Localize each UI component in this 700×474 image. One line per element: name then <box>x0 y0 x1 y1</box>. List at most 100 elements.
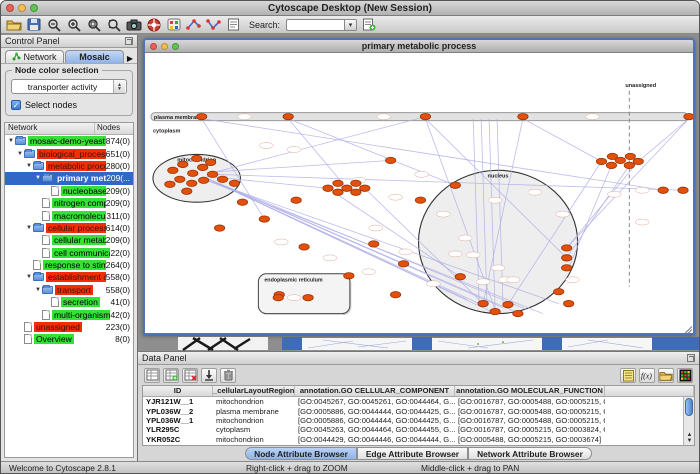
table-cell: [GO:0005488, GO:0005215, GO:0003674] <box>455 435 605 444</box>
tab-network[interactable]: Network <box>5 50 64 63</box>
tree-row[interactable]: macromolecule311(0) <box>5 209 133 221</box>
select-nodes-checkbox[interactable]: ✓ <box>11 100 21 110</box>
table-row[interactable]: YLR295Ccytoplasm[GO:0045263, GO:0044464,… <box>143 425 694 434</box>
formula-icon[interactable]: f(x) <box>639 368 655 383</box>
tree-row[interactable]: ▼metabolic process280(0) <box>5 160 133 172</box>
tree-row-label: primary metabol <box>55 173 106 183</box>
table-cell: [GO:0005886, GO:0044444, GO:0044425, G..… <box>295 416 455 425</box>
tree-row[interactable]: response to stimulu264(0) <box>5 259 133 271</box>
table-cell: YPL036W__1 <box>143 416 213 425</box>
tab-overflow-arrow[interactable]: ▶ <box>125 54 135 63</box>
expand-arrow-icon[interactable]: ▼ <box>25 163 33 169</box>
column-header[interactable]: annotation.GO CELLULAR_COMPONENT <box>295 386 455 396</box>
vizmapper-icon[interactable] <box>165 17 182 32</box>
tree-row[interactable]: ▼establishment of lo558(0) <box>5 271 133 283</box>
column-header[interactable] <box>605 386 694 396</box>
tree-col-network[interactable]: Network <box>5 123 95 134</box>
tree-row-count: 614(0) <box>106 223 133 233</box>
network-view-window[interactable]: primary metabolic process plasma membran… <box>143 38 695 335</box>
tree-row[interactable]: ▼biological_process651(0) <box>5 147 133 159</box>
svg-text:unassigned: unassigned <box>625 83 656 89</box>
tree-row[interactable]: cellular metabol209(0) <box>5 234 133 246</box>
expand-arrow-icon[interactable]: ▼ <box>25 274 33 280</box>
zoom-selected-icon[interactable] <box>85 17 102 32</box>
tab-node-attribute-browser[interactable]: Node Attribute Browser <box>245 447 357 460</box>
layout-icon-2[interactable] <box>205 17 222 32</box>
expand-arrow-icon[interactable]: ▼ <box>16 151 24 157</box>
table-row[interactable]: YKR052Cmitochondrion[GO:0044429, GO:0044… <box>143 435 694 444</box>
tree-row[interactable]: ▼primary metabol209(... <box>5 172 133 184</box>
node-color-dropdown[interactable]: transporter activity ▲▼ <box>11 79 127 94</box>
network-view-titlebar[interactable]: primary metabolic process <box>145 40 693 53</box>
delete-row-icon[interactable] <box>220 368 236 383</box>
heatmap-icon[interactable] <box>677 368 693 383</box>
table-row[interactable]: YDR039C__1mitochondrion[GO:0005886, GO:0… <box>143 444 694 445</box>
table-cell: cytoplasm <box>213 425 295 434</box>
network-canvas[interactable]: plasma membranecytoplasmmitochondrionnuc… <box>145 53 693 333</box>
help-lifesaver-icon[interactable] <box>145 17 162 32</box>
column-header[interactable]: _cellularLayoutRegion <box>213 386 295 396</box>
file-icon <box>51 186 59 196</box>
table-cell: YJR121W__1 <box>143 397 213 406</box>
expand-arrow-icon[interactable]: ▼ <box>25 225 33 231</box>
spacer <box>34 312 42 318</box>
tree-row[interactable]: ▼mosaic-demo-yeast874(0) <box>5 135 133 147</box>
table-scrollbar[interactable]: ▲▼ <box>683 397 694 445</box>
network-tree-panel: Network Nodes ▼mosaic-demo-yeast874(0)▼b… <box>4 122 134 458</box>
tab-mosaic[interactable]: Mosaic <box>65 50 124 63</box>
open-folder-icon[interactable] <box>658 368 674 383</box>
zoom-in-icon[interactable] <box>65 17 82 32</box>
file-icon <box>42 211 50 221</box>
layout-icon-1[interactable] <box>185 17 202 32</box>
tree-row[interactable]: Overview8(0) <box>5 333 133 345</box>
column-header[interactable]: ID <box>143 386 213 396</box>
spacer <box>16 336 24 342</box>
search-dropdown-button[interactable]: ▾ <box>344 19 357 31</box>
tree-row-label: establishment of lo <box>46 272 106 282</box>
snapshot-camera-icon[interactable] <box>125 17 142 32</box>
tree-col-nodes[interactable]: Nodes <box>95 123 133 134</box>
attribute-doc-icon[interactable] <box>360 17 377 32</box>
zoom-fit-icon[interactable] <box>105 17 122 32</box>
annotation-icon[interactable] <box>225 17 242 32</box>
column-header[interactable]: annotation.GO MOLECULAR_FUNCTION <box>455 386 605 396</box>
delete-attribute-icon[interactable] <box>182 368 198 383</box>
import-attributes-icon[interactable] <box>201 368 217 383</box>
dropdown-value: transporter activity <box>12 82 113 92</box>
search-input[interactable] <box>286 19 344 31</box>
table-cell: [GO:0016787, GO:0005215, GO:0003824, G..… <box>455 425 605 434</box>
tree-row[interactable]: ▼transport558(0) <box>5 284 133 296</box>
scrollbar-thumb[interactable] <box>685 398 693 416</box>
file-icon <box>51 297 59 307</box>
save-icon[interactable] <box>25 17 42 32</box>
float-panel-icon[interactable] <box>687 354 695 362</box>
select-attributes-icon[interactable] <box>144 368 160 383</box>
tree-row[interactable]: cell communicat22(0) <box>5 247 133 259</box>
float-panel-icon[interactable] <box>125 37 133 45</box>
tree-row[interactable]: multi-organism pro42(0) <box>5 308 133 320</box>
table-cell: mitochondrion <box>213 397 295 406</box>
open-folder-icon[interactable] <box>5 17 22 32</box>
table-row[interactable]: YPL036W__2plasma membrane[GO:0005886, GO… <box>143 406 694 415</box>
zoom-out-icon[interactable] <box>45 17 62 32</box>
network-tree-header: Network Nodes <box>5 123 133 135</box>
tree-row-count: 651(0) <box>106 149 133 159</box>
tab-network-attribute-browser[interactable]: Network Attribute Browser <box>468 447 592 460</box>
network-graph[interactable]: plasma membranecytoplasmmitochondrionnuc… <box>145 53 693 333</box>
table-row[interactable]: YPL036W__1mitochondrion[GO:0005886, GO:0… <box>143 416 694 425</box>
tab-edge-attribute-browser[interactable]: Edge Attribute Browser <box>357 447 468 460</box>
tree-row[interactable]: nucleobase-c209(0) <box>5 185 133 197</box>
table-row[interactable]: YJR121W__1mitochondrion[GO:0045267, GO:0… <box>143 397 694 406</box>
notepad-icon[interactable] <box>620 368 636 383</box>
tree-row[interactable]: nitrogen compo209(0) <box>5 197 133 209</box>
tree-row[interactable]: secretion41(0) <box>5 296 133 308</box>
tree-row[interactable]: ▼cellular process614(0) <box>5 222 133 234</box>
expand-arrow-icon[interactable]: ▼ <box>34 175 42 181</box>
create-attribute-icon[interactable] <box>163 368 179 383</box>
scrollbar-arrows[interactable]: ▲▼ <box>684 432 695 444</box>
tree-row[interactable]: unassigned223(0) <box>5 321 133 333</box>
expand-arrow-icon[interactable]: ▼ <box>7 138 15 144</box>
control-panel-title: Control Panel <box>5 36 125 46</box>
status-welcome: Welcome to Cytoscape 2.8.1 <box>9 463 116 473</box>
expand-arrow-icon[interactable]: ▼ <box>34 287 42 293</box>
